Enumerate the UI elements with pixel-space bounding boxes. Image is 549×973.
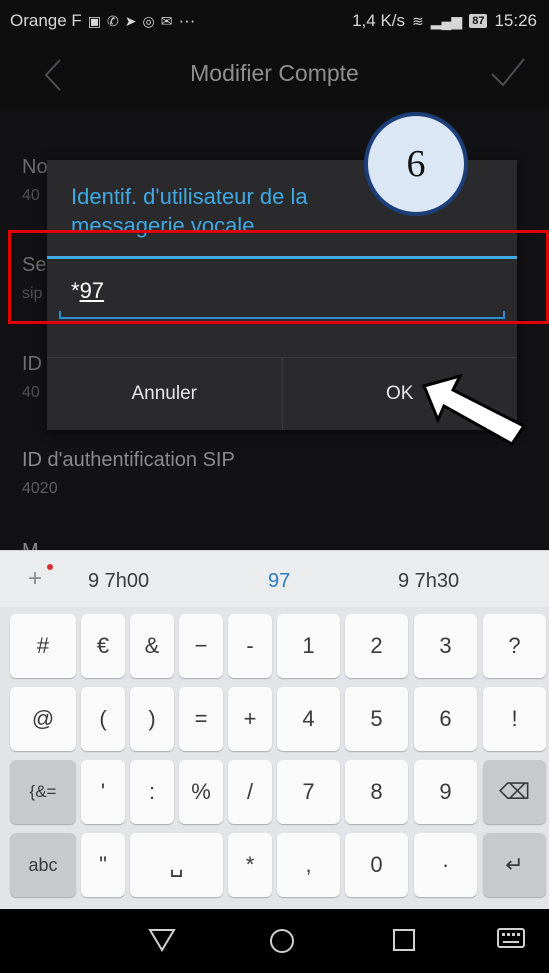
key-percent[interactable]: % xyxy=(179,760,223,824)
app-bar: Modifier Compte xyxy=(0,40,549,110)
list-item[interactable]: Se sip xyxy=(22,254,46,303)
list-item[interactable]: No 40 xyxy=(22,156,48,205)
battery-icon: 87 xyxy=(469,14,488,28)
key-comma[interactable]: , xyxy=(277,833,340,897)
list-item-sip-auth-id[interactable]: ID d'authentification SIP 4020 xyxy=(22,449,235,498)
key-3[interactable]: 3 xyxy=(414,614,477,678)
key-2[interactable]: 2 xyxy=(345,614,408,678)
home-circle-icon[interactable] xyxy=(268,927,296,955)
keyboard-toggle-icon[interactable] xyxy=(496,927,526,951)
signal-icon: ▂▄▆ xyxy=(430,12,463,29)
key-euro[interactable]: € xyxy=(81,614,125,678)
navigation-bar xyxy=(0,909,549,973)
notification-dot xyxy=(47,564,53,570)
key-1[interactable]: 1 xyxy=(277,614,340,678)
key-at[interactable]: @ xyxy=(10,687,76,751)
page-title: Modifier Compte xyxy=(190,60,359,86)
key-question[interactable]: ? xyxy=(483,614,546,678)
key-6[interactable]: 6 xyxy=(414,687,477,751)
pointer-arrow-icon xyxy=(421,373,527,446)
check-circle-icon: ◎ xyxy=(142,12,155,29)
key-hash[interactable]: # xyxy=(10,614,76,678)
key-9[interactable]: 9 xyxy=(414,760,477,824)
key-quote[interactable]: " xyxy=(81,833,125,897)
mail-icon: ✉ xyxy=(160,12,173,29)
keyboard-suggestion-bar: + 9 7h00 97 9 7h30 xyxy=(0,550,549,607)
list-item-title: ID xyxy=(22,353,42,375)
cancel-button[interactable]: Annuler xyxy=(47,358,282,430)
list-item[interactable]: ID 40 xyxy=(22,353,42,402)
step-badge: 6 xyxy=(364,112,468,216)
key-5[interactable]: 5 xyxy=(345,687,408,751)
key-paren-open[interactable]: ( xyxy=(81,687,125,751)
back-triangle-icon[interactable] xyxy=(148,927,176,953)
key-8[interactable]: 8 xyxy=(345,760,408,824)
key-space[interactable]: ␣ xyxy=(130,833,223,897)
input-prefix: * xyxy=(71,278,80,303)
carrier-name: Orange F xyxy=(10,11,82,30)
suggestion-item[interactable]: 9 7h00 xyxy=(88,570,149,593)
key-colon[interactable]: : xyxy=(130,760,174,824)
dialog-title: Identif. d'utilisateur de la messagerie … xyxy=(71,184,308,238)
voicemail-id-input[interactable]: *97 xyxy=(71,278,104,304)
list-item-value: 4020 xyxy=(22,480,58,497)
key-ampersand[interactable]: & xyxy=(130,614,174,678)
key-symbols-more[interactable]: {&= xyxy=(10,760,76,824)
list-item-title: No xyxy=(22,156,48,178)
key-0[interactable]: 0 xyxy=(345,833,408,897)
key-slash[interactable]: / xyxy=(228,760,272,824)
key-apostrophe[interactable]: ' xyxy=(81,760,125,824)
more-notifications: ··· xyxy=(178,11,196,30)
symbol-keyboard: # € & − -1 2 3? @() = +4 5 6! {&= ':%/7 8 9 ⌫ abc " ␣ *, 0 · ↵ xyxy=(0,607,549,909)
list-item-title: ID d'authentification SIP xyxy=(22,449,235,471)
key-plus[interactable]: + xyxy=(228,687,272,751)
key-exclam[interactable]: ! xyxy=(483,687,546,751)
status-bar: Orange F ▣ ✆ ➤ ◎ ✉ ··· 1,4 K/s ≋ ▂▄▆ 87 … xyxy=(0,0,549,40)
status-right: 1,4 K/s ≋ ▂▄▆ 87 15:26 xyxy=(352,11,537,31)
suggestion-item[interactable]: 97 xyxy=(268,570,290,593)
key-7[interactable]: 7 xyxy=(277,760,340,824)
list-item-title: Se xyxy=(22,254,47,276)
confirm-check-icon[interactable] xyxy=(489,54,527,92)
recents-square-icon[interactable] xyxy=(391,927,417,953)
clock: 15:26 xyxy=(494,11,537,30)
wifi-icon: ≋ xyxy=(412,12,424,29)
input-underline xyxy=(59,311,505,319)
key-backspace[interactable]: ⌫ xyxy=(483,760,546,824)
add-word-icon[interactable]: + xyxy=(28,565,42,593)
calendar-notification-icon: ▣ xyxy=(87,12,102,29)
key-dot[interactable]: · xyxy=(414,833,477,897)
list-item-value: sip xyxy=(22,285,43,302)
key-4[interactable]: 4 xyxy=(277,687,340,751)
list-item-value: 40 xyxy=(22,187,40,204)
key-asterisk[interactable]: * xyxy=(228,833,272,897)
key-equals[interactable]: = xyxy=(179,687,223,751)
dialog-title-divider xyxy=(47,256,517,259)
list-item-value: 40 xyxy=(22,384,40,401)
key-abc[interactable]: abc xyxy=(10,833,76,897)
network-speed: 1,4 K/s xyxy=(352,11,406,30)
input-typed-text: 97 xyxy=(79,278,105,303)
status-left: Orange F ▣ ✆ ➤ ◎ ✉ ··· xyxy=(10,11,195,31)
suggestion-item[interactable]: 9 7h30 xyxy=(398,570,459,593)
call-icon: ➤ xyxy=(124,12,137,29)
phone-missed-icon: ✆ xyxy=(107,12,119,29)
key-dash-long[interactable]: − xyxy=(179,614,223,678)
key-paren-close[interactable]: ) xyxy=(130,687,174,751)
key-enter[interactable]: ↵ xyxy=(483,833,546,897)
key-dash[interactable]: - xyxy=(228,614,272,678)
